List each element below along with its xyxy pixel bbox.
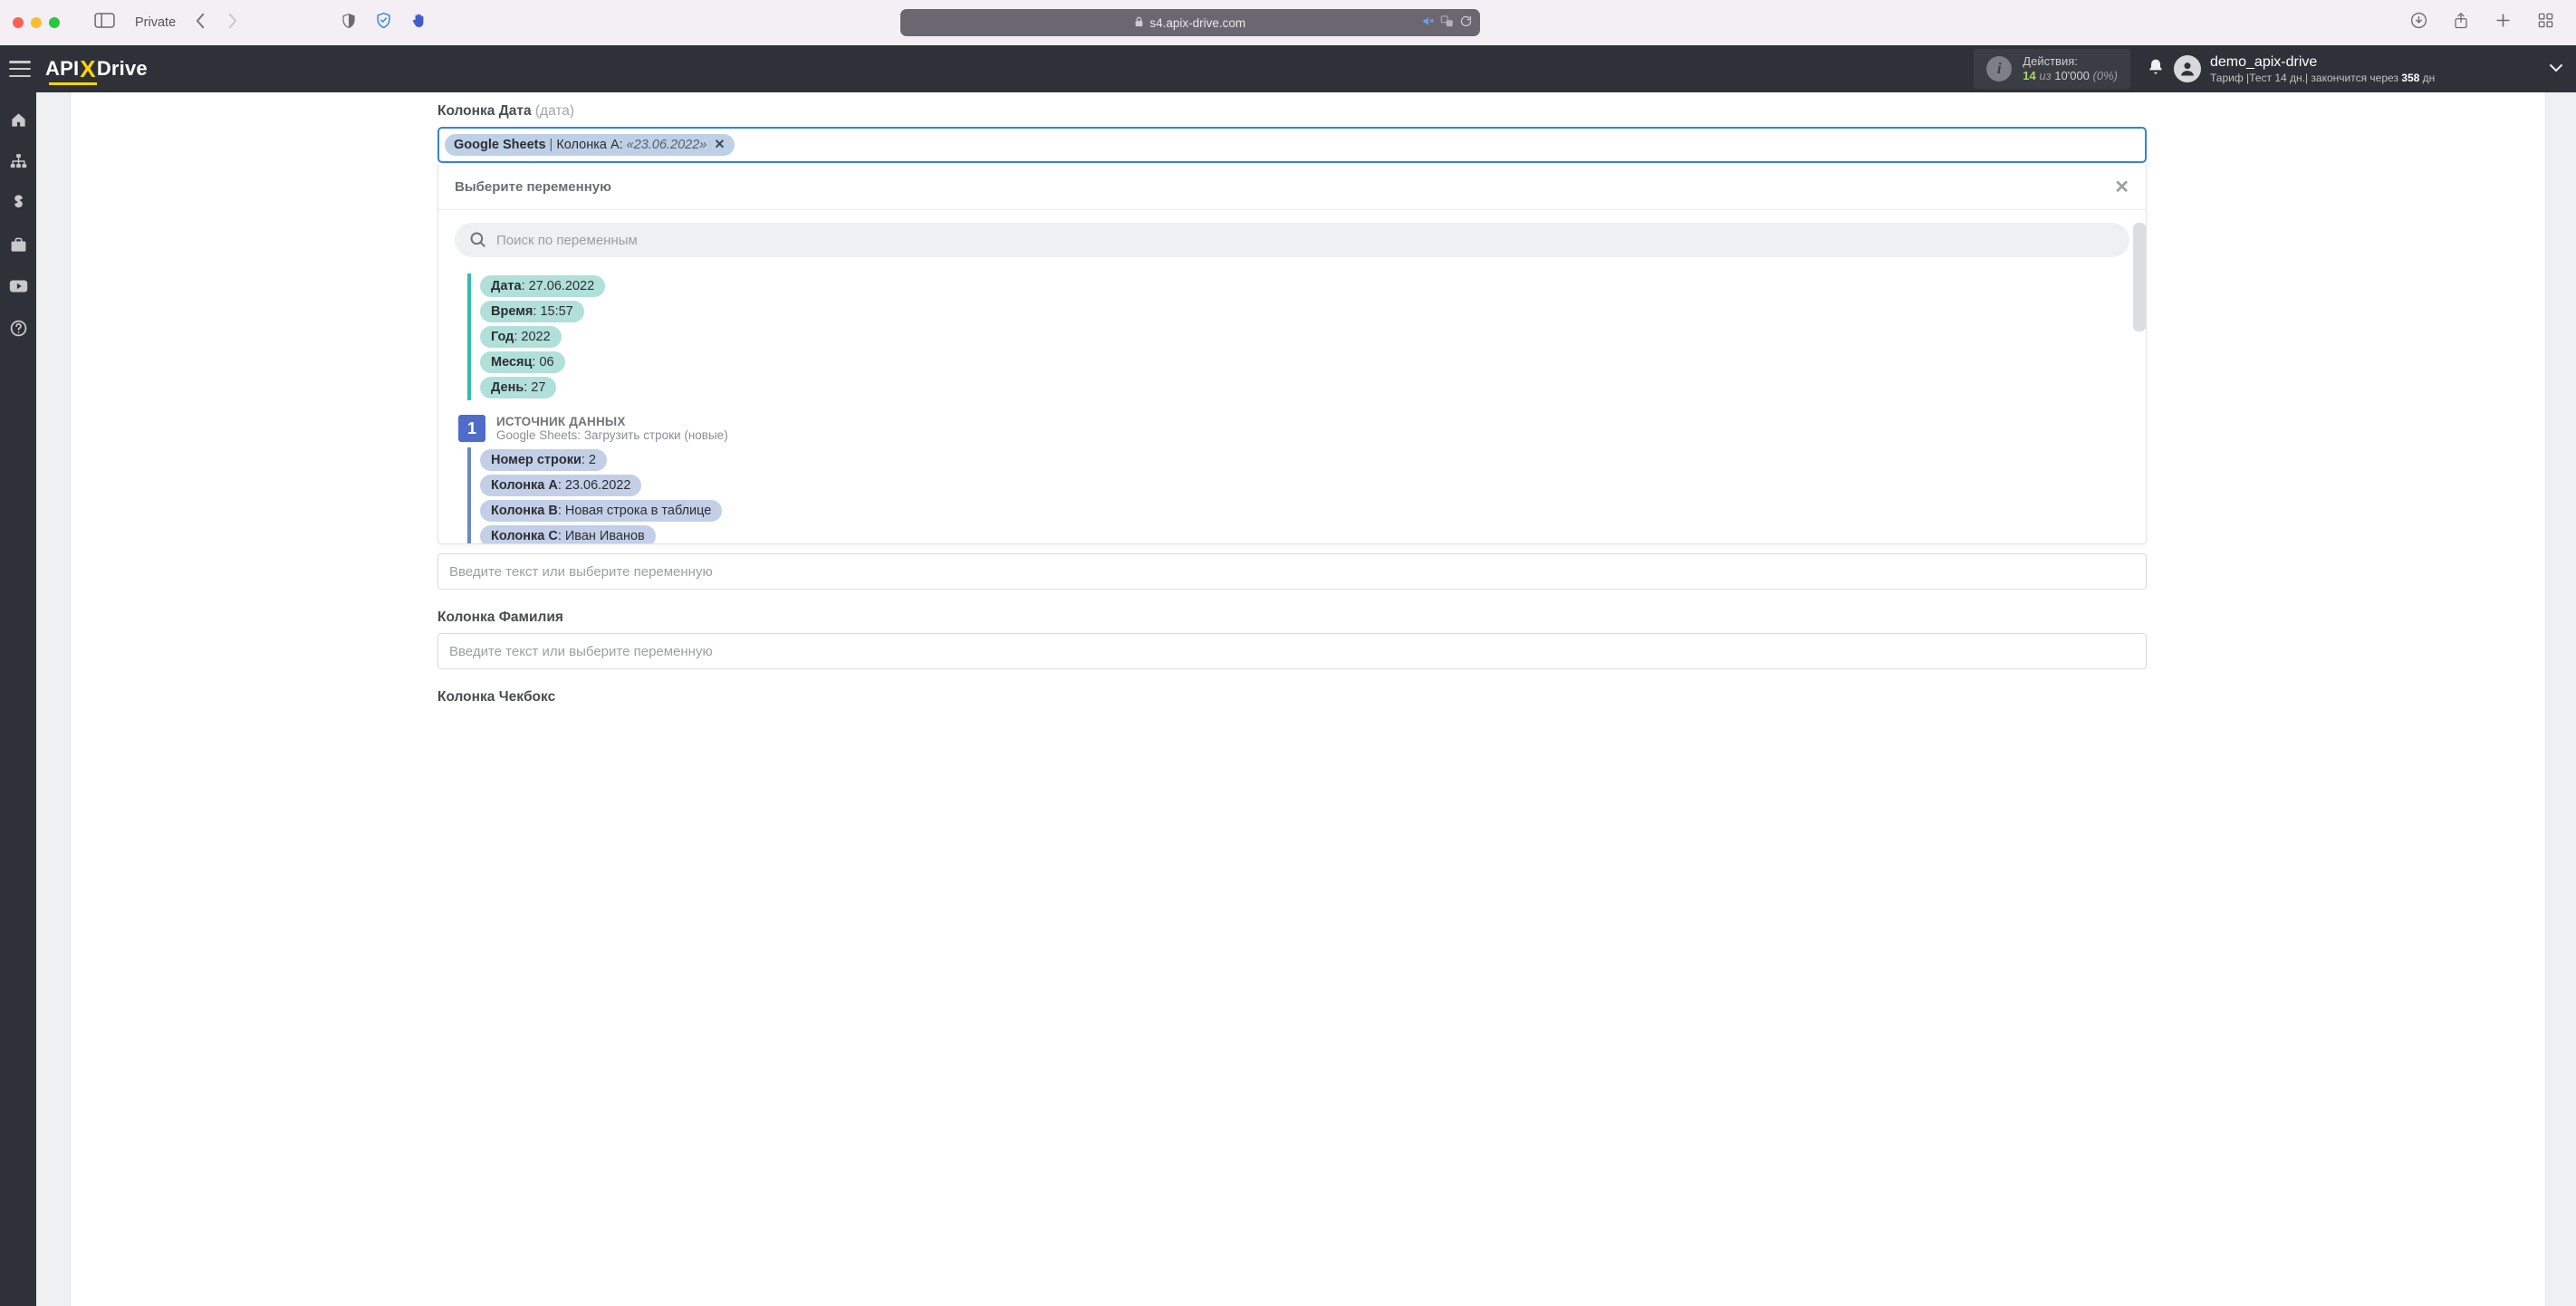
nav-help[interactable] — [0, 310, 36, 346]
shield-half-icon[interactable] — [337, 9, 360, 37]
avatar — [2174, 55, 2201, 82]
new-tab-icon[interactable] — [2491, 8, 2515, 37]
field-below-dropdown-input[interactable] — [449, 564, 2135, 580]
actions-box[interactable]: i Действия: 14 из 10'000 (0%) — [1974, 49, 2130, 88]
var-col-c[interactable]: Колонка C: Иван Иванов — [480, 525, 656, 543]
traffic-lights — [13, 17, 60, 28]
variable-dropdown: Выберите переменную ✕ Дата: 27.06.2022 В… — [437, 165, 2147, 544]
notifications-icon[interactable] — [2147, 57, 2165, 82]
logo-x: X — [80, 55, 96, 83]
browser-chrome: Private s4.apix-drive.com — [0, 0, 2576, 45]
share-icon[interactable] — [2449, 8, 2473, 38]
chip-selected-variable[interactable]: Google Sheets | Колонка A: «23.06.2022» … — [445, 134, 735, 156]
logo[interactable]: API X Drive — [45, 55, 148, 83]
user-text: demo_apix-drive Тариф |Тест 14 дн.| зако… — [2210, 53, 2435, 85]
field-surname-label: Колонка Фамилия — [437, 610, 2147, 626]
content-card: Колонка Дата (дата) Google Sheets | Коло… — [71, 92, 2545, 1306]
hand-icon[interactable] — [407, 8, 431, 37]
source-number-badge: 1 — [458, 415, 485, 442]
field-date-label: Колонка Дата (дата) — [437, 103, 2147, 120]
field-date-input[interactable]: Google Sheets | Колонка A: «23.06.2022» … — [437, 127, 2147, 163]
nav-youtube[interactable] — [0, 268, 36, 304]
var-year[interactable]: Год: 2022 — [480, 326, 562, 348]
nav-briefcase[interactable] — [0, 226, 36, 263]
logo-api: API — [45, 57, 79, 81]
nav-billing[interactable] — [0, 185, 36, 221]
mute-icon[interactable] — [1421, 14, 1435, 31]
menu-hamburger[interactable] — [9, 61, 31, 77]
left-rail — [0, 92, 36, 1306]
field-checkbox-label: Колонка Чекбокс — [437, 689, 2147, 706]
chip-remove-icon[interactable]: ✕ — [714, 138, 725, 152]
nav-connections[interactable] — [0, 143, 36, 179]
reload-icon[interactable] — [1459, 14, 1473, 31]
var-day[interactable]: День: 27 — [480, 377, 556, 399]
url-bar[interactable]: s4.apix-drive.com — [900, 9, 1480, 36]
user-name: demo_apix-drive — [2210, 53, 2435, 72]
info-icon: i — [1986, 56, 2012, 82]
stage: Колонка Дата (дата) Google Sheets | Коло… — [36, 92, 2576, 1306]
logo-drive: Drive — [97, 57, 148, 81]
var-month[interactable]: Месяц: 06 — [480, 351, 565, 373]
actions-label: Действия: — [2023, 54, 2118, 69]
chevron-down-icon — [2549, 61, 2563, 77]
var-time[interactable]: Время: 15:57 — [480, 301, 584, 322]
window-minimize[interactable] — [31, 17, 42, 28]
shield-check-icon[interactable] — [371, 8, 396, 37]
nav-forward-icon[interactable] — [222, 9, 243, 37]
field-below-dropdown[interactable] — [437, 553, 2147, 590]
source-subtitle: Google Sheets: Загрузить строки (новые) — [496, 428, 728, 442]
variable-search[interactable] — [455, 223, 2129, 257]
var-col-a[interactable]: Колонка A: 23.06.2022 — [480, 475, 641, 496]
nav-back-icon[interactable] — [190, 9, 211, 37]
app-header: API X Drive i Действия: 14 из 10'000 (0%… — [0, 45, 2576, 92]
url-text: s4.apix-drive.com — [1149, 16, 1245, 30]
system-variables-group: Дата: 27.06.2022 Время: 15:57 Год: 2022 … — [467, 274, 2128, 400]
downloads-icon[interactable] — [2407, 8, 2431, 37]
var-date[interactable]: Дата: 27.06.2022 — [480, 275, 605, 297]
search-icon — [469, 231, 487, 249]
nav-home[interactable] — [0, 101, 36, 138]
field-surname-input[interactable] — [449, 644, 2135, 659]
actions-count: 14 — [2023, 69, 2035, 82]
user-menu[interactable]: demo_apix-drive Тариф |Тест 14 дн.| зако… — [2174, 53, 2563, 85]
actions-text: Действия: 14 из 10'000 (0%) — [2023, 54, 2118, 82]
lock-icon — [1134, 16, 1144, 30]
sidebar-toggle-icon[interactable] — [91, 9, 119, 36]
tabs-overview-icon[interactable] — [2533, 8, 2558, 37]
translate-icon[interactable] — [1440, 14, 1454, 31]
private-badge: Private — [135, 15, 176, 30]
source-title: ИСТОЧНИК ДАННЫХ — [496, 415, 728, 428]
variable-search-input[interactable] — [496, 233, 2115, 248]
window-zoom[interactable] — [49, 17, 60, 28]
source-header: 1 ИСТОЧНИК ДАННЫХ Google Sheets: Загрузи… — [458, 415, 2128, 442]
dropdown-close-icon[interactable]: ✕ — [2114, 176, 2129, 198]
field-surname[interactable] — [437, 633, 2147, 669]
dropdown-title: Выберите переменную — [455, 179, 611, 195]
var-col-b[interactable]: Колонка B: Новая строка в таблице — [480, 500, 722, 522]
tariff-line: Тариф |Тест 14 дн.| закончится через 358… — [2210, 72, 2435, 85]
window-close[interactable] — [13, 17, 24, 28]
var-row-number[interactable]: Номер строки: 2 — [480, 449, 607, 471]
nav-arrows — [190, 9, 243, 37]
form-area: Колонка Дата (дата) Google Sheets | Коло… — [437, 103, 2147, 1306]
source-variables-group: Номер строки: 2 Колонка A: 23.06.2022 Ко… — [467, 447, 2128, 543]
